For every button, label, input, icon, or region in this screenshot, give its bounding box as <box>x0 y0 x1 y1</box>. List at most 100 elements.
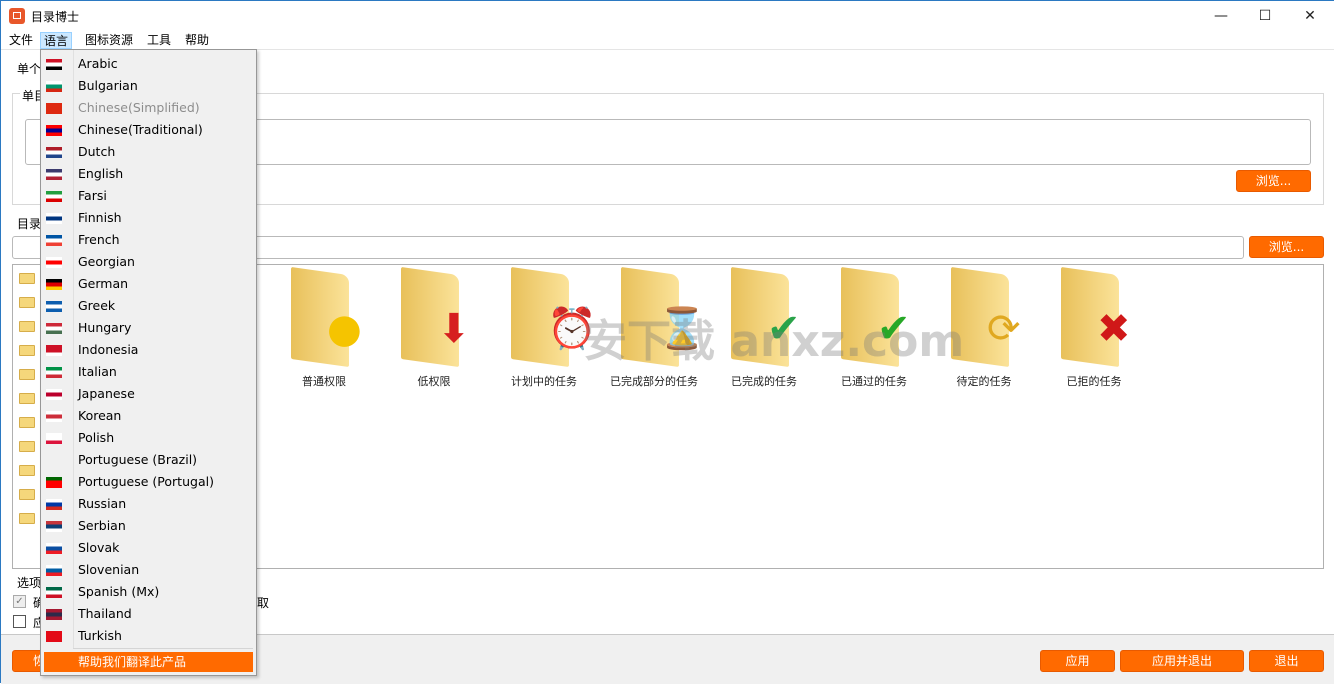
language-label: Russian <box>78 496 127 511</box>
folder-icon[interactable] <box>19 369 35 380</box>
minimize-button[interactable]: — <box>1206 5 1236 27</box>
folder-item[interactable]: ● 普通权限 <box>279 266 369 401</box>
exit-button[interactable]: 退出 <box>1249 650 1324 672</box>
menu-help[interactable]: 帮助 <box>182 32 212 49</box>
language-label: Finnish <box>78 210 122 225</box>
folder-icon[interactable] <box>19 297 35 308</box>
close-button[interactable]: ✕ <box>1295 5 1325 27</box>
flag-icon <box>46 169 62 180</box>
language-label: German <box>78 276 129 291</box>
menu-item-language[interactable]: Chinese(Simplified) <box>41 97 256 119</box>
folder-label: 低权限 <box>417 375 451 388</box>
menu-item-language[interactable]: Slovenian <box>41 559 256 581</box>
flag-icon <box>46 389 62 400</box>
language-label: Turkish <box>78 628 122 643</box>
menu-item-language[interactable]: Indonesia <box>41 339 256 361</box>
browse-button-1[interactable]: 浏览... <box>1236 170 1311 192</box>
menu-item-language[interactable]: Polish <box>41 427 256 449</box>
menu-tools[interactable]: 工具 <box>144 32 174 49</box>
menu-item-language[interactable]: Dutch <box>41 141 256 163</box>
language-label: Slovenian <box>78 562 140 577</box>
language-label: French <box>78 232 120 247</box>
language-label: Greek <box>78 298 116 313</box>
flag-icon <box>46 433 62 444</box>
apply-exit-button[interactable]: 应用并退出 <box>1120 650 1244 672</box>
menu-item-language[interactable]: Slovak <box>41 537 256 559</box>
menu-item-language[interactable]: English <box>41 163 256 185</box>
menu-item-language[interactable]: Arabic <box>41 53 256 75</box>
language-label: Japanese <box>78 386 135 401</box>
refresh-arrows-icon: ⟳ <box>987 306 1021 352</box>
menu-item-language[interactable]: Korean <box>41 405 256 427</box>
language-label: Georgian <box>78 254 135 269</box>
menu-item-language[interactable]: Finnish <box>41 207 256 229</box>
folder-icon[interactable] <box>19 489 35 500</box>
flag-icon <box>46 301 62 312</box>
language-label: Chinese(Traditional) <box>78 122 203 137</box>
menu-item-language[interactable]: Thailand <box>41 603 256 625</box>
folder-label: 已完成部分的任务 <box>610 375 698 388</box>
language-label: Dutch <box>78 144 116 159</box>
flag-icon <box>46 455 62 466</box>
browse-button-2[interactable]: 浏览... <box>1249 236 1324 258</box>
folder-item[interactable]: ⏰ 计划中的任务 <box>499 266 597 401</box>
single-label: 单个 <box>17 62 42 76</box>
language-label: Polish <box>78 430 115 445</box>
menu-item-language[interactable]: Japanese <box>41 383 256 405</box>
window-title: 目录博士 <box>31 10 80 24</box>
menu-item-language[interactable]: Greek <box>41 295 256 317</box>
language-label: Portuguese (Portugal) <box>78 474 214 489</box>
menu-item-language[interactable]: German <box>41 273 256 295</box>
flag-icon <box>46 235 62 246</box>
folder-item[interactable]: ✖ 已拒的任务 <box>1049 266 1139 401</box>
menu-item-language[interactable]: French <box>41 229 256 251</box>
flag-icon <box>46 411 62 422</box>
apply-button[interactable]: 应用 <box>1040 650 1115 672</box>
menu-item-language[interactable]: Portuguese (Portugal) <box>41 471 256 493</box>
flag-icon <box>46 279 62 290</box>
menu-item-language[interactable]: Russian <box>41 493 256 515</box>
folder-icon[interactable] <box>19 441 35 452</box>
folder-icon[interactable] <box>19 321 35 332</box>
menu-item-language[interactable]: Georgian <box>41 251 256 273</box>
menu-item-help-translate[interactable]: 帮助我们翻译此产品 <box>44 652 253 672</box>
flag-icon <box>46 543 62 554</box>
folder-icon[interactable] <box>19 465 35 476</box>
option1-label-tail: 取 <box>257 596 270 610</box>
flag-icon <box>46 147 62 158</box>
maximize-button[interactable]: ☐ <box>1250 5 1280 27</box>
folder-label: 普通权限 <box>302 375 346 388</box>
menu-file[interactable]: 文件 <box>6 32 36 49</box>
folder-icon[interactable] <box>19 345 35 356</box>
menu-icon-resources[interactable]: 图标资源 <box>82 32 136 49</box>
folder-icon[interactable] <box>19 513 35 524</box>
folder-label: 待定的任务 <box>956 375 1012 388</box>
flag-icon <box>46 587 62 598</box>
folder-icon[interactable] <box>19 273 35 284</box>
app-icon <box>9 8 25 24</box>
option1-checkbox[interactable]: ✓ <box>13 595 26 608</box>
folder-item[interactable]: ⬇ 低权限 <box>389 266 479 401</box>
language-label: Farsi <box>78 188 107 203</box>
language-label: Chinese(Simplified) <box>78 100 200 115</box>
folder-icon[interactable] <box>19 393 35 404</box>
flag-icon <box>46 345 62 356</box>
directory-label: 目录 <box>17 217 42 231</box>
language-label: Slovak <box>78 540 120 555</box>
menu-item-language[interactable]: Farsi <box>41 185 256 207</box>
red-down-arrow-icon: ⬇ <box>437 306 471 352</box>
menu-item-language[interactable]: Italian <box>41 361 256 383</box>
menu-item-language[interactable]: Bulgarian <box>41 75 256 97</box>
folder-label: 已完成的任务 <box>731 375 797 388</box>
option2-checkbox[interactable] <box>13 615 26 628</box>
menu-item-language[interactable]: Chinese(Traditional) <box>41 119 256 141</box>
menu-item-language[interactable]: Spanish (Mx) <box>41 581 256 603</box>
folder-icon[interactable] <box>19 417 35 428</box>
menu-item-language[interactable]: Hungary <box>41 317 256 339</box>
folder-label: 已拒的任务 <box>1066 375 1122 388</box>
menu-item-language[interactable]: Serbian <box>41 515 256 537</box>
menu-language[interactable]: 语言 <box>40 32 73 49</box>
menu-item-language[interactable]: Portuguese (Brazil) <box>41 449 256 471</box>
menu-item-language[interactable]: Turkish <box>41 625 256 647</box>
language-label: Italian <box>78 364 117 379</box>
